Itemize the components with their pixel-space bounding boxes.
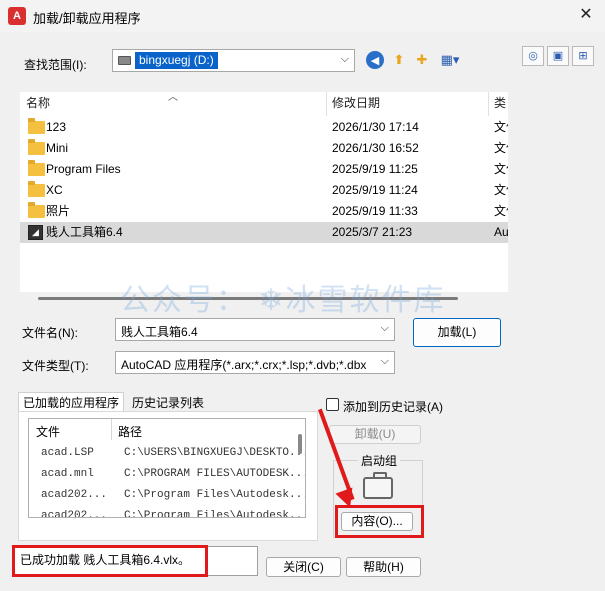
startup-group-label: 启动组 [358,452,401,469]
loaded-file: acad202... [41,510,108,518]
filetype-value: AutoCAD 应用程序(*.arx;*.crx;*.lsp;*.dvb;*.d… [121,358,367,372]
folder-icon [28,181,45,197]
filetype-label: 文件类型(T): [22,359,89,373]
filetype-combo[interactable]: AutoCAD 应用程序(*.arx;*.crx;*.lsp;*.dvb;*.d… [115,351,395,374]
file-name: 贱人工具箱6.4 [46,225,123,239]
file-row[interactable]: Mini 2026/1/30 16:52 文件 [20,138,508,159]
add-to-history-checkbox[interactable] [326,398,339,411]
add-folder-icon[interactable]: ⊞ [572,46,594,66]
status-text: 已成功加载 贱人工具箱6.4.vlx。 [20,553,191,567]
loaded-path: C:\Program Files\Autodesk... [124,489,306,501]
autocad-app-icon: A [8,7,26,25]
file-row[interactable]: XC 2025/9/19 11:24 文件 [20,180,508,201]
loaded-applications-list[interactable]: 文件 路径 acad.LSP C:\USERS\BINGXUEGJ\DESKTO… [28,418,306,518]
help-button[interactable]: 帮助(H) [346,557,421,577]
watermark-text: 公众号： ❄冰雪软件库 [120,284,446,317]
file-name: 123 [46,120,67,134]
folder-icon [28,139,45,155]
file-type: 文件 [494,183,508,197]
drive-icon [118,56,131,65]
file-name: Mini [46,141,69,155]
loaded-path: C:\Program Files\Autodesk... [124,510,306,518]
loaded-file: acad202... [41,489,108,501]
file-type: 文件 [494,162,508,176]
back-icon[interactable]: ◀ [366,51,384,69]
loaded-path: C:\PROGRAM FILES\AUTODESK... [124,468,306,480]
window-title: 加载/卸载应用程序 [33,11,141,26]
web-search-icon[interactable]: ◎ [522,46,544,66]
file-type: 文件 [494,141,508,155]
tab-loaded-applications[interactable]: 已加载的应用程序 [18,392,125,413]
contents-button[interactable]: 内容(O)... [341,512,413,531]
file-type: 文件 [494,204,508,218]
file-name: Program Files [46,162,121,176]
up-folder-icon[interactable]: ⬆ [389,50,409,70]
unload-button[interactable]: 卸载(U) [329,425,421,444]
file-date: 2026/1/30 16:52 [332,141,419,155]
file-date: 2025/9/19 11:33 [332,204,418,218]
load-button[interactable]: 加载(L) [413,318,501,347]
column-header-name[interactable]: 名称 [26,92,50,116]
chevron-down-icon[interactable]: ⌵ [380,355,389,368]
views-menu-icon[interactable]: ▦▾ [437,50,463,70]
lookin-value: bingxuegj (D:) [135,52,218,69]
file-row[interactable]: 123 2026/1/30 17:14 文件 [20,117,508,138]
folder-icon [28,160,45,176]
loaded-file: acad.mnl [41,468,94,480]
file-date: 2026/1/30 17:14 [332,120,419,134]
close-button[interactable]: 关闭(C) [266,557,341,577]
loaded-file: acad.LSP [41,447,94,459]
briefcase-icon [363,472,393,499]
folder-icon [28,118,45,134]
chevron-down-icon[interactable]: ⌵ [341,53,349,66]
file-date: 2025/3/7 21:23 [332,225,413,239]
file-type: Au [494,225,508,239]
column-separator[interactable] [488,92,489,116]
file-list[interactable]: ︿ 名称 修改日期 类型 123 2026/1/30 17:14 文件 Mini… [20,92,508,292]
column-separator[interactable] [111,419,112,440]
lisp-file-icon: ◢ [28,225,43,240]
file-row[interactable]: 照片 2025/9/19 11:33 文件 [20,201,508,222]
close-window-icon[interactable]: ✕ [574,4,598,26]
new-folder-icon[interactable]: ✚ [412,50,432,70]
filename-value: 贱人工具箱6.4 [121,325,198,339]
file-date: 2025/9/19 11:24 [332,183,418,197]
lookin-label: 查找范围(I): [24,58,87,72]
vertical-scrollbar[interactable] [298,434,302,454]
sort-ascending-icon: ︿ [168,92,178,103]
file-name: XC [46,183,63,197]
file-name: 照片 [46,204,71,218]
file-row[interactable]: Program Files 2025/9/19 11:25 文件 [20,159,508,180]
file-type: 文件 [494,120,508,134]
column-header-date[interactable]: 修改日期 [332,92,380,116]
column-header-path[interactable]: 路径 [118,423,142,440]
column-header-type[interactable]: 类型 [494,92,508,116]
filename-combo[interactable]: 贱人工具箱6.4 ⌵ [115,318,395,341]
file-date: 2025/9/19 11:25 [332,162,418,176]
add-to-history-label: 添加到历史记录(A) [343,400,443,414]
lookin-combo[interactable]: bingxuegj (D:) ⌵ [112,49,355,72]
column-header-file[interactable]: 文件 [36,423,60,440]
folder-icon [28,202,45,218]
column-separator[interactable] [326,92,327,116]
loaded-path: C:\USERS\BINGXUEGJ\DESKTO... [124,447,306,459]
file-row-selected[interactable]: ◢ 贱人工具箱6.4 2025/3/7 21:23 Au [20,222,508,243]
filename-label: 文件名(N): [22,326,78,340]
add-favorite-icon[interactable]: ▣ [547,46,569,66]
chevron-down-icon[interactable]: ⌵ [381,322,389,335]
